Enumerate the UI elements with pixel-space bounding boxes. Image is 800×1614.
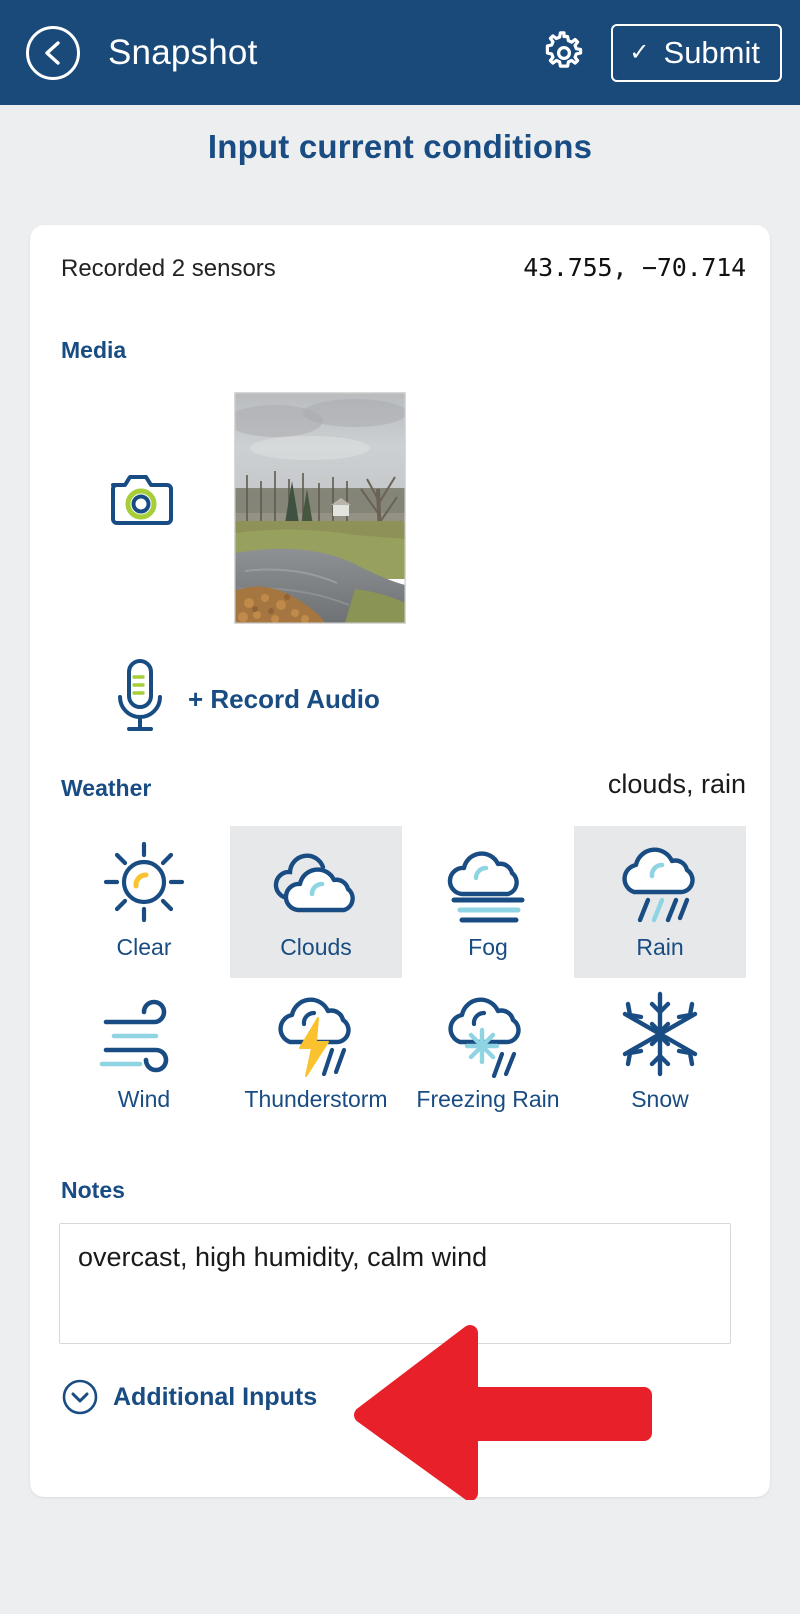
camera-button[interactable]: [108, 469, 174, 532]
page-title: Input current conditions: [207, 128, 593, 165]
weather-section-label: Weather: [61, 775, 152, 801]
app-bar-actions: ✓ Submit: [541, 23, 800, 82]
camera-icon: [111, 475, 173, 525]
weather-option-freezing-rain[interactable]: Freezing Rain: [402, 978, 574, 1126]
chevron-down-circle-icon: [62, 1379, 98, 1415]
clouds-icon: [266, 836, 366, 928]
app-bar: Snapshot ✓ Submit: [0, 0, 800, 105]
weather-option-label: Clear: [116, 934, 172, 960]
record-audio-button[interactable]: [110, 657, 170, 740]
chevron-left-icon: [45, 40, 60, 65]
landscape-photo-image: [235, 393, 405, 623]
settings-button[interactable]: [541, 30, 587, 76]
weather-option-clear[interactable]: Clear: [58, 826, 230, 978]
app-root: Snapshot ✓ Submit Input current conditio…: [0, 0, 800, 1614]
submit-label: Submit: [663, 34, 760, 70]
wind-icon: [94, 988, 194, 1080]
thunderstorm-icon: [266, 988, 366, 1080]
app-title: Snapshot: [108, 32, 258, 72]
conditions-card: Recorded 2 sensors 43.755, −70.714 Media: [30, 225, 770, 1497]
back-button[interactable]: [26, 25, 80, 80]
weather-option-snow[interactable]: Snow: [574, 978, 746, 1126]
weather-options-grid: Clear Clouds Fog Rain Wind Thunderstorm …: [58, 826, 746, 1126]
snowflake-icon: [614, 988, 706, 1080]
gear-icon: [546, 30, 583, 68]
microphone-icon: [118, 659, 162, 731]
sun-icon: [98, 836, 190, 928]
weather-option-label: Clouds: [280, 934, 352, 960]
weather-option-label: Freezing Rain: [416, 1086, 560, 1112]
fog-icon: [438, 836, 538, 928]
notes-input[interactable]: [59, 1223, 731, 1344]
weather-option-label: Snow: [631, 1086, 689, 1112]
additional-inputs-label: Additional Inputs: [113, 1382, 318, 1411]
check-icon: ✓: [629, 38, 650, 66]
weather-option-thunderstorm[interactable]: Thunderstorm: [230, 978, 402, 1126]
record-audio-label[interactable]: + Record Audio: [188, 684, 380, 715]
weather-option-rain[interactable]: Rain: [574, 826, 746, 978]
photo-thumbnail[interactable]: [234, 392, 406, 624]
weather-option-fog[interactable]: Fog: [402, 826, 574, 978]
weather-option-wind[interactable]: Wind: [58, 978, 230, 1126]
recorded-sensors-text: Recorded 2 sensors: [61, 255, 276, 282]
card-top-line: Recorded 2 sensors 43.755, −70.714: [61, 253, 746, 283]
weather-option-label: Wind: [117, 1086, 171, 1112]
media-section-label: Media: [61, 337, 127, 363]
additional-inputs-toggle[interactable]: Additional Inputs: [61, 1378, 317, 1416]
rain-cloud-icon: [610, 836, 710, 928]
weather-option-clouds[interactable]: Clouds: [230, 826, 402, 978]
submit-button[interactable]: ✓ Submit: [611, 23, 782, 82]
notes-section-label: Notes: [61, 1177, 125, 1203]
freezing-rain-icon: [438, 988, 538, 1080]
weather-option-label: Fog: [468, 934, 508, 960]
coordinates-text: 43.755, −70.714: [523, 253, 746, 282]
weather-option-label: Thunderstorm: [244, 1086, 388, 1112]
weather-summary-text: clouds, rain: [607, 769, 746, 799]
weather-option-label: Rain: [636, 934, 684, 960]
